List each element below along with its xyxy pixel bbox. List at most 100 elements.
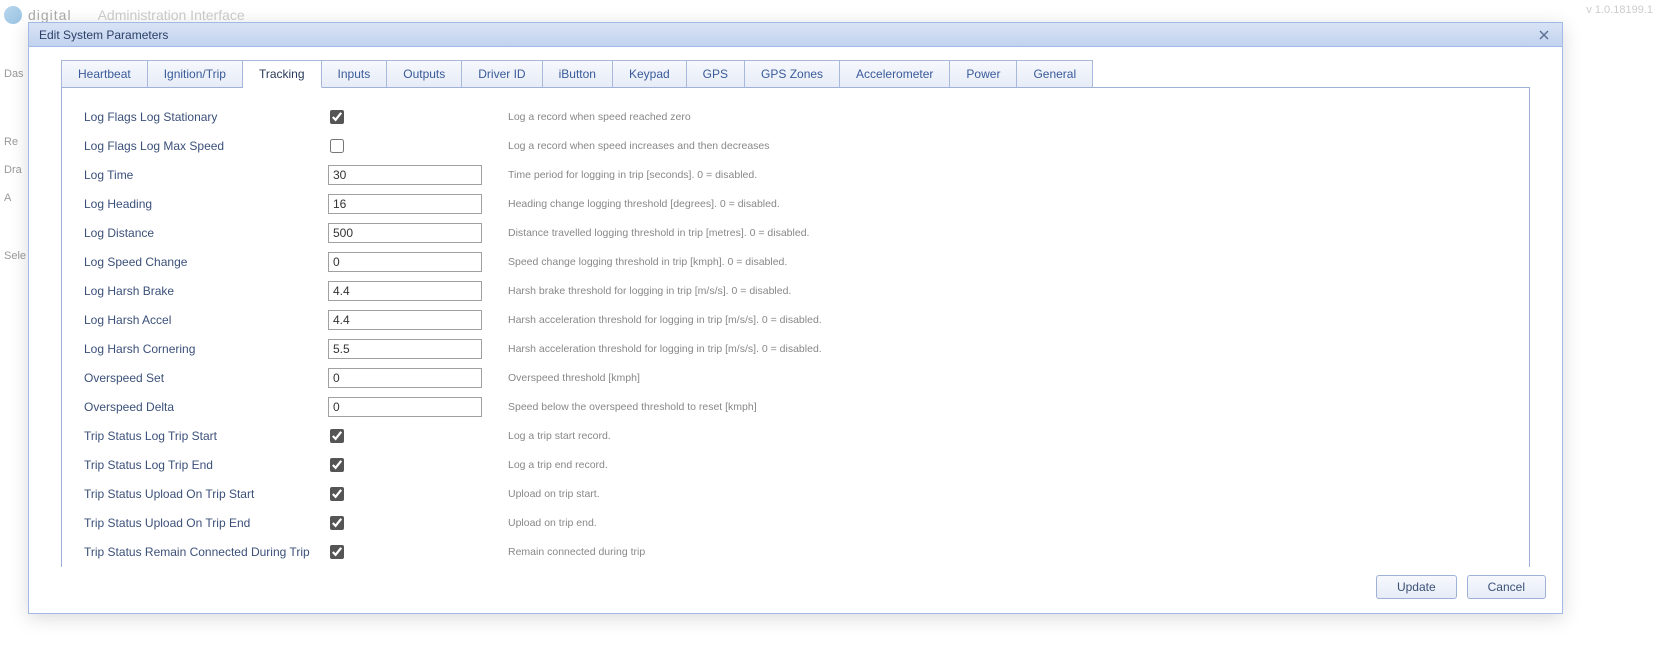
param-text-input[interactable]: [328, 397, 482, 417]
param-text-input[interactable]: [328, 194, 482, 214]
param-input-wrap: [328, 194, 508, 214]
tab-inputs[interactable]: Inputs: [322, 60, 388, 88]
param-text-input[interactable]: [328, 310, 482, 330]
param-label: Log Harsh Cornering: [84, 342, 328, 356]
param-hint: Log a trip end record.: [508, 459, 1507, 471]
param-row: Log Harsh Brake Harsh brake threshold for…: [84, 276, 1507, 305]
param-row: Log TimeTime period for logging in trip …: [84, 160, 1507, 189]
param-text-input[interactable]: [328, 368, 482, 388]
dialog-footer: Update Cancel: [29, 567, 1562, 613]
param-checkbox[interactable]: [330, 487, 344, 501]
param-row: Log Flags Log Stationary Log a record whe…: [84, 102, 1507, 131]
param-input-wrap: [328, 281, 508, 301]
dialog-body: Heartbeat Ignition/Trip Tracking Inputs …: [29, 47, 1562, 567]
tab-power[interactable]: Power: [950, 60, 1017, 88]
param-input-wrap: [328, 139, 508, 153]
param-label: Trip Status Upload On Trip Start: [84, 487, 328, 501]
param-row: Trip Status Log Trip End Log a trip end r…: [84, 450, 1507, 479]
param-hint: Upload on trip end.: [508, 517, 1507, 529]
param-input-wrap: [328, 545, 508, 559]
bg-sidebar-item: A: [0, 184, 28, 212]
tab-heartbeat[interactable]: Heartbeat: [61, 60, 148, 88]
param-input-wrap: [328, 487, 508, 501]
param-row: Log Flags Log Max Speed Log a record when…: [84, 131, 1507, 160]
dialog-title: Edit System Parameters: [39, 28, 168, 42]
tab-ibutton[interactable]: iButton: [543, 60, 613, 88]
param-hint: Distance travelled logging threshold in …: [508, 227, 1507, 239]
param-checkbox[interactable]: [330, 139, 344, 153]
close-icon[interactable]: [1536, 27, 1552, 43]
param-label: Log Speed Change: [84, 255, 328, 269]
param-text-input[interactable]: [328, 165, 482, 185]
version-label: v 1.0.18199.1: [1586, 4, 1653, 16]
param-hint: Harsh acceleration threshold for logging…: [508, 343, 1507, 355]
tab-ignition-trip[interactable]: Ignition/Trip: [148, 60, 243, 88]
param-text-input[interactable]: [328, 223, 482, 243]
param-label: Overspeed Set: [84, 371, 328, 385]
param-row: Trip Status Upload On Trip StartUpload o…: [84, 479, 1507, 508]
tab-outputs[interactable]: Outputs: [387, 60, 462, 88]
param-hint: Harsh brake threshold for logging in tri…: [508, 285, 1507, 297]
param-label: Log Flags Log Stationary: [84, 110, 328, 124]
param-checkbox[interactable]: [330, 110, 344, 124]
param-label: Log Flags Log Max Speed: [84, 139, 328, 153]
param-text-input[interactable]: [328, 252, 482, 272]
param-hint: Log a trip start record.: [508, 430, 1507, 442]
param-input-wrap: [328, 310, 508, 330]
tab-keypad[interactable]: Keypad: [613, 60, 687, 88]
tab-gps-zones[interactable]: GPS Zones: [745, 60, 840, 88]
param-checkbox[interactable]: [330, 545, 344, 559]
param-label: Trip Status Upload On Trip End: [84, 516, 328, 530]
param-hint: Overspeed threshold [kmph]: [508, 372, 1507, 384]
param-row: Trip Status Upload On Trip End Upload on …: [84, 508, 1507, 537]
param-label: Trip Status Log Trip Start: [84, 429, 328, 443]
brand-logo-icon: [4, 6, 22, 24]
param-checkbox[interactable]: [330, 516, 344, 530]
bg-sidebar-item: Re: [0, 128, 28, 156]
tab-tracking[interactable]: Tracking: [243, 60, 322, 88]
bg-sidebar-item: Das: [0, 60, 28, 88]
param-input-wrap: [328, 252, 508, 272]
param-hint: Speed below the overspeed threshold to r…: [508, 401, 1507, 413]
param-hint: Harsh acceleration threshold for logging…: [508, 314, 1507, 326]
tab-general[interactable]: General: [1017, 60, 1093, 88]
param-input-wrap: [328, 223, 508, 243]
tab-bar: Heartbeat Ignition/Trip Tracking Inputs …: [61, 59, 1530, 87]
update-button[interactable]: Update: [1376, 575, 1457, 599]
brand-text: digital: [28, 7, 72, 23]
param-hint: Remain connected during trip: [508, 546, 1507, 558]
param-label: Log Harsh Accel: [84, 313, 328, 327]
tab-accelerometer[interactable]: Accelerometer: [840, 60, 950, 88]
param-row: Trip Status Remain Connected During Trip…: [84, 537, 1507, 566]
param-row: Log Harsh Cornering Harsh acceleration th…: [84, 334, 1507, 363]
param-label: Trip Status Log Trip End: [84, 458, 328, 472]
param-row: Log Harsh Accel Harsh acceleration thresh…: [84, 305, 1507, 334]
tracking-panel: Log Flags Log Stationary Log a record whe…: [61, 87, 1530, 567]
param-label: Log Distance: [84, 226, 328, 240]
param-label: Log Harsh Brake: [84, 284, 328, 298]
param-row: Overspeed Delta Speed below the overspeed…: [84, 392, 1507, 421]
param-input-wrap: [328, 429, 508, 443]
param-label: Overspeed Delta: [84, 400, 328, 414]
param-input-wrap: [328, 458, 508, 472]
param-input-wrap: [328, 368, 508, 388]
param-label: Log Time: [84, 168, 328, 182]
edit-system-parameters-dialog: Edit System Parameters Heartbeat Ignitio…: [28, 22, 1563, 614]
param-label: Log Heading: [84, 197, 328, 211]
param-checkbox[interactable]: [330, 429, 344, 443]
cancel-button[interactable]: Cancel: [1467, 575, 1546, 599]
param-hint: Speed change logging threshold in trip […: [508, 256, 1507, 268]
param-checkbox[interactable]: [330, 458, 344, 472]
param-text-input[interactable]: [328, 339, 482, 359]
param-row: Log Speed Change Speed change logging thr…: [84, 247, 1507, 276]
param-label: Trip Status Remain Connected During Trip: [84, 545, 328, 559]
bg-sidebar-item: Dra: [0, 156, 28, 184]
param-hint: Log a record when speed increases and th…: [508, 140, 1507, 152]
param-row: Overspeed Set Overspeed threshold [kmph]: [84, 363, 1507, 392]
param-hint: Log a record when speed reached zero: [508, 111, 1507, 123]
tab-gps[interactable]: GPS: [687, 60, 745, 88]
param-input-wrap: [328, 397, 508, 417]
tab-driver-id[interactable]: Driver ID: [462, 60, 542, 88]
param-row: Trip Status Log Trip Start Log a trip sta…: [84, 421, 1507, 450]
param-text-input[interactable]: [328, 281, 482, 301]
